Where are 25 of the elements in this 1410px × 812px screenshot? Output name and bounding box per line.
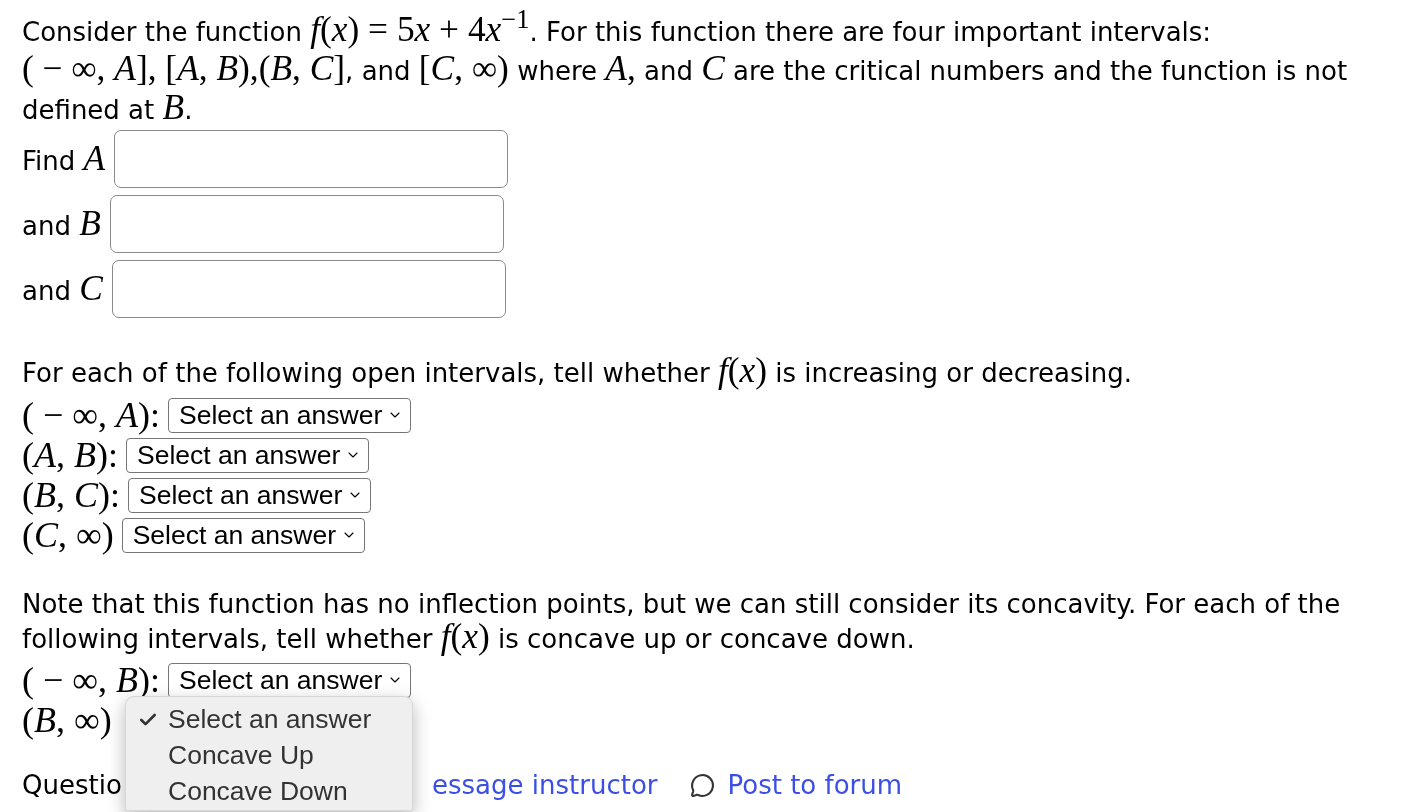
- field-label: and B: [22, 202, 101, 246]
- answer-field[interactable]: [111, 260, 506, 318]
- instructions-text: For each of the following open intervals, tell whether f(x) is increasing or decreasing.: [22, 355, 1134, 391]
- forum-link[interactable]: Post to forum: [727, 766, 903, 805]
- interval-label: (B, C):: [22, 477, 120, 513]
- answer-dropdown[interactable]: Select an answer: [121, 517, 365, 553]
- answer-dropdown[interactable]: Select an answer: [167, 662, 412, 698]
- answer-dropdown[interactable]: Select an answer: [167, 397, 412, 433]
- speech-bubble-icon: [690, 773, 716, 798]
- instructions-text: Note that this function has no inflection points, but we can still consider its concavity. For each of the following intervals, tell whether f(x) is concave up or concave down.: [22, 588, 1342, 657]
- message-link[interactable]: essage instructor: [432, 766, 658, 805]
- field-label: and C: [22, 267, 103, 311]
- interval-label: (C, ∞): [22, 517, 114, 553]
- answer-field[interactable]: [114, 130, 509, 188]
- interval-label: (B, ∞): [22, 702, 112, 738]
- question-label: Questio: [22, 769, 122, 802]
- interval-label: ( − ∞, A):: [22, 397, 160, 433]
- interval-label: (A, B):: [22, 437, 118, 473]
- field-label: Find A: [22, 137, 106, 181]
- answer-dropdown[interactable]: Select an answer: [128, 477, 372, 513]
- menu-option[interactable]: Concave Up: [126, 738, 412, 774]
- menu-option[interactable]: Select an answer: [126, 702, 412, 738]
- answer-dropdown[interactable]: Select an answer: [126, 437, 370, 473]
- answer-field[interactable]: [109, 195, 504, 253]
- menu-option[interactable]: Concave Down: [126, 774, 412, 810]
